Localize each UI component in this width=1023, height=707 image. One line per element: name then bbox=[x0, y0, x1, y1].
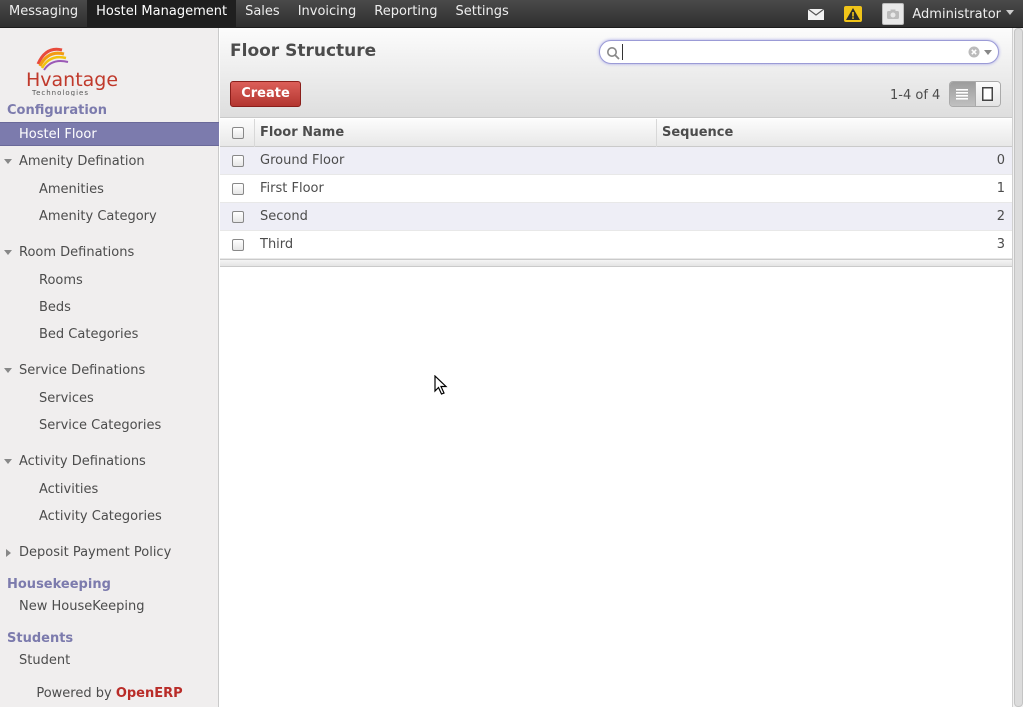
table-header: Floor Name Sequence bbox=[220, 119, 1012, 147]
chevron-down-icon bbox=[1006, 10, 1014, 15]
sequence-cell: 3 bbox=[996, 237, 1005, 252]
collapse-arrow-icon[interactable] bbox=[4, 159, 12, 164]
top-menu-bar: Messaging Hostel Management Sales Invoic… bbox=[0, 0, 1023, 28]
section-configuration: Configuration bbox=[7, 103, 107, 118]
sidebar-item-label: Amenity Defination bbox=[19, 154, 145, 169]
collapse-arrow-icon[interactable] bbox=[4, 368, 12, 373]
sidebar-item-label: Activity Definations bbox=[19, 454, 146, 469]
sidebar-item-bed-categories[interactable]: Bed Categories bbox=[0, 323, 219, 347]
sidebar-item-activity-definations[interactable]: Activity Definations bbox=[0, 450, 219, 474]
section-students: Students bbox=[7, 631, 74, 646]
row-checkbox[interactable] bbox=[232, 211, 244, 223]
page-scrollbar[interactable] bbox=[1012, 28, 1023, 707]
sidebar-item-amenity-category[interactable]: Amenity Category bbox=[0, 205, 219, 229]
row-checkbox[interactable] bbox=[232, 239, 244, 251]
sidebar-item-deposit-payment-policy[interactable]: Deposit Payment Policy bbox=[0, 541, 219, 565]
create-button[interactable]: Create bbox=[230, 81, 301, 107]
search-icon bbox=[607, 47, 620, 60]
table-row[interactable]: Third 3 bbox=[220, 231, 1012, 259]
sidebar-item-amenities[interactable]: Amenities bbox=[0, 178, 219, 202]
search-input[interactable] bbox=[622, 44, 962, 60]
sidebar-item-hostel-floor[interactable]: Hostel Floor bbox=[0, 122, 219, 146]
form-icon bbox=[982, 87, 994, 101]
menu-settings[interactable]: Settings bbox=[446, 0, 517, 28]
sequence-cell: 2 bbox=[996, 209, 1005, 224]
powered-by-label: Powered by bbox=[36, 686, 112, 701]
sidebar-item-label: Room Definations bbox=[19, 245, 135, 260]
collapse-arrow-icon[interactable] bbox=[4, 250, 12, 255]
sidebar-item-rooms[interactable]: Rooms bbox=[0, 269, 219, 293]
table-row[interactable]: Ground Floor 0 bbox=[220, 147, 1012, 175]
column-divider bbox=[656, 119, 657, 147]
form-view-button[interactable] bbox=[974, 82, 1000, 106]
sidebar-item-new-housekeeping[interactable]: New HouseKeeping bbox=[0, 595, 219, 619]
menu-invoicing[interactable]: Invoicing bbox=[289, 0, 366, 28]
table-row[interactable]: Second 2 bbox=[220, 203, 1012, 231]
menu-reporting[interactable]: Reporting bbox=[365, 0, 446, 28]
scrollbar-thumb[interactable] bbox=[1014, 28, 1023, 707]
sidebar-item-activities[interactable]: Activities bbox=[0, 478, 219, 502]
svg-text:Technologies: Technologies bbox=[31, 89, 89, 96]
column-floor-name[interactable]: Floor Name bbox=[260, 119, 344, 147]
pager[interactable]: 1-4 of 4 bbox=[890, 88, 940, 103]
search-box[interactable] bbox=[599, 40, 999, 64]
mouse-pointer-icon bbox=[434, 375, 448, 395]
avatar bbox=[882, 3, 905, 25]
select-all-checkbox[interactable] bbox=[232, 127, 244, 139]
column-divider bbox=[254, 119, 255, 147]
sidebar-item-service-definations[interactable]: Service Definations bbox=[0, 359, 219, 383]
sequence-cell: 1 bbox=[996, 181, 1005, 196]
floor-name-cell: First Floor bbox=[260, 181, 324, 196]
sidebar-item-label: Deposit Payment Policy bbox=[19, 545, 172, 560]
floor-name-cell: Second bbox=[260, 209, 308, 224]
view-header: Floor Structure Create 1-4 of 4 bbox=[220, 28, 1012, 118]
column-sequence[interactable]: Sequence bbox=[662, 119, 733, 147]
menu-messaging[interactable]: Messaging bbox=[0, 0, 87, 28]
search-options-chevron-icon[interactable] bbox=[984, 50, 992, 55]
menu-sales[interactable]: Sales bbox=[236, 0, 289, 28]
sidebar: Hvantage Technologies Configuration Host… bbox=[0, 28, 219, 707]
sidebar-item-beds[interactable]: Beds bbox=[0, 296, 219, 320]
sidebar-item-label: Service Definations bbox=[19, 363, 146, 378]
table-footer bbox=[220, 259, 1012, 267]
list-icon bbox=[956, 88, 969, 100]
section-housekeeping: Housekeeping bbox=[7, 577, 111, 592]
clear-search-icon[interactable] bbox=[968, 46, 980, 58]
row-checkbox[interactable] bbox=[232, 183, 244, 195]
collapse-arrow-icon[interactable] bbox=[4, 459, 12, 464]
warning-icon[interactable] bbox=[844, 6, 863, 22]
main-menu: Messaging Hostel Management Sales Invoic… bbox=[0, 0, 518, 28]
sidebar-item-services[interactable]: Services bbox=[0, 387, 219, 411]
floor-name-cell: Third bbox=[260, 237, 294, 252]
company-logo[interactable]: Hvantage Technologies bbox=[24, 42, 124, 97]
openerp-link[interactable]: OpenERP bbox=[116, 686, 183, 701]
table-row[interactable]: First Floor 1 bbox=[220, 175, 1012, 203]
logo-text: Hvantage bbox=[26, 69, 118, 91]
sidebar-item-activity-categories[interactable]: Activity Categories bbox=[0, 505, 219, 529]
user-name: Administrator bbox=[912, 6, 1001, 22]
sidebar-item-service-categories[interactable]: Service Categories bbox=[0, 414, 219, 438]
page-title: Floor Structure bbox=[230, 41, 377, 61]
floor-name-cell: Ground Floor bbox=[260, 153, 345, 168]
list-view: Floor Name Sequence Ground Floor 0 First… bbox=[220, 119, 1012, 267]
powered-by: Powered by OpenERP bbox=[0, 686, 219, 701]
sidebar-item-student[interactable]: Student bbox=[0, 649, 219, 673]
sequence-cell: 0 bbox=[996, 153, 1005, 168]
row-checkbox[interactable] bbox=[232, 155, 244, 167]
expand-arrow-icon[interactable] bbox=[6, 549, 11, 557]
envelope-icon[interactable] bbox=[808, 8, 825, 20]
view-switcher bbox=[949, 81, 1001, 107]
menu-hostel-management[interactable]: Hostel Management bbox=[87, 0, 237, 28]
sidebar-item-amenity-defination[interactable]: Amenity Defination bbox=[0, 150, 219, 174]
sidebar-item-room-definations[interactable]: Room Definations bbox=[0, 241, 219, 265]
list-view-button[interactable] bbox=[950, 82, 975, 106]
user-menu[interactable]: Administrator bbox=[882, 0, 1023, 28]
